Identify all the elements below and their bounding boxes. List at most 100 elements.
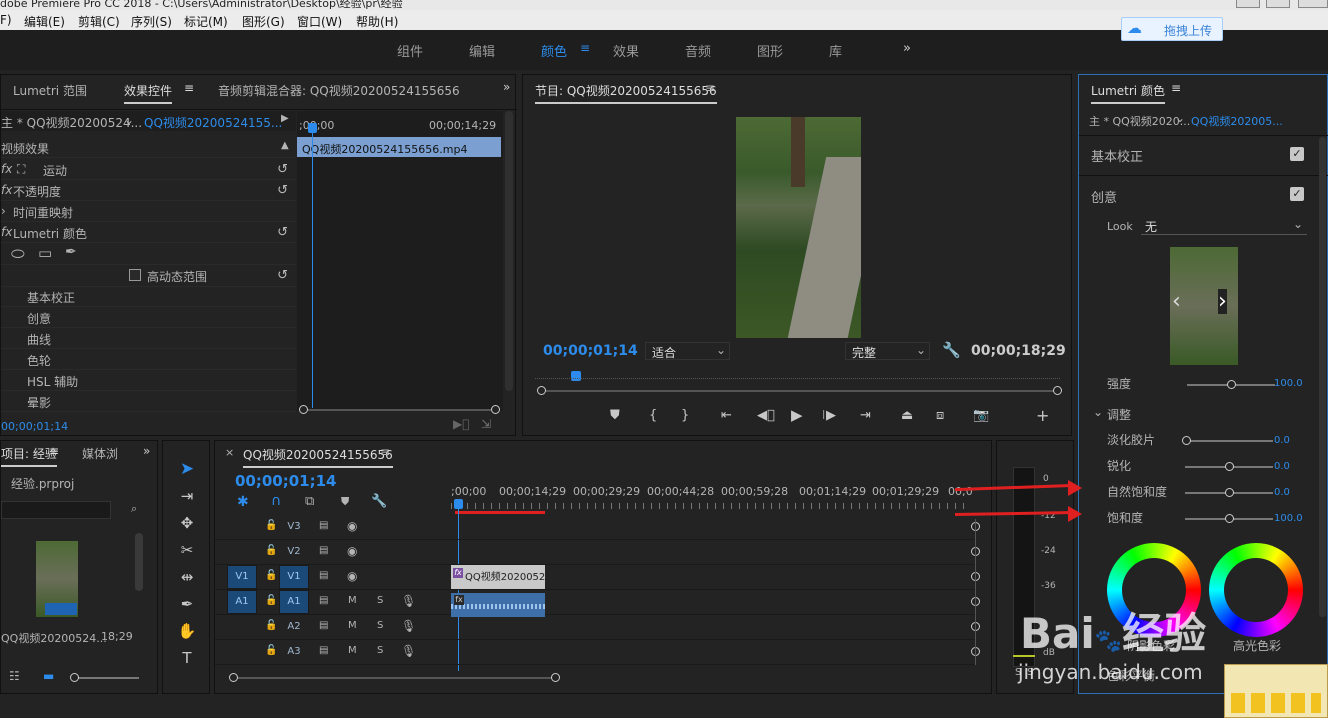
ellipse-mask-icon[interactable]: ⬭ — [11, 244, 25, 264]
workspace-effects[interactable]: 效果 — [613, 41, 639, 60]
mini-playhead-handle[interactable] — [308, 123, 317, 133]
lumetri-title[interactable]: Lumetri 颜色 — [1091, 82, 1165, 104]
work-area-bar[interactable] — [455, 511, 545, 514]
lumetri-wheels[interactable]: 色轮 — [1, 349, 296, 370]
add-button-icon[interactable]: + — [1036, 406, 1049, 425]
quality-select[interactable]: 完整 ⌄ — [845, 342, 930, 360]
workspace-assembly[interactable]: 组件 — [397, 41, 423, 60]
effect-opacity[interactable]: fx 不透明度 ↺ — [1, 180, 296, 201]
mark-out-icon[interactable]: } — [681, 408, 689, 423]
workspace-graphics[interactable]: 图形 — [757, 41, 783, 60]
track-row[interactable]: 🔓 A2 ▤ M S 🎙 — [215, 615, 980, 640]
upload-button[interactable]: ☁ 拖拽上传 — [1121, 17, 1223, 41]
tab-effect-controls[interactable]: 效果控件 — [124, 82, 173, 104]
microphone-icon[interactable]: 🎙 — [401, 619, 416, 633]
add-marker-icon[interactable]: ⛊ — [341, 495, 349, 509]
play-only-icon[interactable]: ▶ — [281, 113, 289, 124]
camera-icon[interactable]: 📷 — [973, 408, 989, 423]
adjust-value[interactable]: 0.0 — [1274, 487, 1290, 498]
track-target[interactable]: V2 — [279, 540, 309, 564]
nest-icon[interactable]: ✱ — [237, 494, 249, 510]
effect-motion[interactable]: fx ⛶ 运动 ↺ — [1, 159, 296, 180]
eye-icon[interactable]: ◉ — [347, 519, 357, 533]
workspace-libraries[interactable]: 库 — [829, 41, 842, 60]
collapse-icon[interactable]: ▲ — [281, 140, 289, 151]
hand-tool-icon[interactable]: ✋ — [177, 622, 197, 640]
thumb-size-handle[interactable] — [70, 673, 79, 682]
pen-tool-icon[interactable]: ✒ — [177, 595, 197, 613]
reset-icon[interactable]: ↺ — [277, 183, 288, 198]
lock-icon[interactable]: 🔓 — [265, 545, 277, 556]
solo-button[interactable]: S — [377, 620, 383, 631]
mini-playhead[interactable] — [312, 123, 313, 408]
track-row[interactable]: A1 🔓 A1 ▤ M S 🎙 — [215, 590, 980, 615]
lock-icon[interactable]: 🔓 — [265, 620, 277, 631]
eye-icon[interactable]: ◉ — [347, 544, 357, 558]
project-menu-icon[interactable]: ≡ — [49, 444, 59, 458]
next-look-icon[interactable]: › — [1218, 289, 1227, 314]
track-target[interactable]: A2 — [279, 615, 309, 639]
basic-correction-checkbox[interactable]: ✓ — [1290, 147, 1304, 161]
list-view-icon[interactable]: ☷ — [9, 669, 20, 683]
play-icon[interactable]: ▶ — [791, 406, 803, 424]
menu-graphics[interactable]: 图形(G) — [242, 13, 285, 30]
menu-file[interactable]: F) — [0, 13, 12, 27]
adjust-slider[interactable] — [1185, 462, 1273, 471]
sync-lock-icon[interactable]: ▤ — [319, 570, 328, 581]
mark-in-icon[interactable]: { — [649, 408, 657, 423]
tab-audio-clip-mixer[interactable]: 音频剪辑混合器: QQ视频20200524155656 — [218, 82, 460, 99]
zoom-handle-left[interactable] — [299, 405, 308, 414]
mini-clip-bar[interactable]: QQ视频20200524155656.mp4 — [297, 137, 501, 157]
track-target[interactable]: V1 — [279, 565, 309, 589]
lumetri-scrollbar[interactable] — [1319, 137, 1326, 617]
sync-lock-icon[interactable]: ▤ — [319, 545, 328, 556]
icon-view-icon[interactable]: ▬ — [43, 669, 54, 683]
pen-mask-icon[interactable]: ✒ — [65, 244, 77, 260]
lumetri-clip[interactable]: QQ视频202005... — [1191, 113, 1283, 129]
audio-clip[interactable]: fx — [451, 593, 545, 617]
thumb-size-slider[interactable] — [70, 673, 139, 682]
hdr-checkbox[interactable] — [129, 269, 141, 281]
wrench-icon[interactable]: 🔧 — [942, 341, 961, 359]
timeline-settings-icon[interactable]: 🔧 — [371, 494, 387, 509]
lumetri-curves[interactable]: 曲线 — [1, 328, 296, 349]
effect-lumetri[interactable]: fx Lumetri 颜色 ↺ — [1, 222, 296, 243]
track-target[interactable]: V3 — [279, 515, 309, 539]
lock-icon[interactable]: 🔓 — [265, 520, 277, 531]
more-tabs-icon[interactable]: » — [143, 444, 150, 458]
lock-icon[interactable]: 🔓 — [265, 645, 277, 656]
timeline-timecode[interactable]: 00;00;01;14 — [235, 472, 337, 490]
clip-name[interactable]: QQ视频20200524... — [1, 630, 107, 646]
workspace-audio[interactable]: 音频 — [685, 41, 711, 60]
timeline-menu-icon[interactable]: ≡ — [380, 445, 390, 459]
track-target[interactable]: A1 — [279, 590, 309, 614]
minimize-button[interactable] — [1236, 0, 1260, 8]
solo-button[interactable]: S — [377, 595, 383, 606]
timeline-zoom-bar[interactable] — [229, 673, 560, 682]
close-button[interactable] — [1298, 0, 1328, 8]
timeline-zoom-left[interactable] — [229, 673, 238, 682]
microphone-icon[interactable]: 🎙 — [401, 594, 416, 608]
vertical-zoom-bar[interactable] — [975, 519, 976, 665]
adjust-value[interactable]: 0.0 — [1274, 435, 1290, 446]
menu-sequence[interactable]: 序列(S) — [131, 13, 172, 30]
intensity-handle[interactable] — [1227, 380, 1236, 389]
sequence-tab[interactable]: QQ视频20200524155656 — [243, 446, 393, 468]
reset-icon[interactable]: ↺ — [277, 162, 288, 177]
intensity-value[interactable]: 100.0 — [1274, 378, 1303, 389]
time-ruler[interactable] — [535, 378, 1060, 382]
sync-lock-icon[interactable]: ▤ — [319, 520, 328, 531]
filter-icon[interactable]: ▶⃒ — [453, 417, 469, 431]
chevron-down-icon[interactable]: ⌄ — [1093, 405, 1103, 419]
menu-edit[interactable]: 编辑(E) — [24, 13, 65, 30]
mute-button[interactable]: M — [348, 645, 357, 656]
chevron-down-icon[interactable]: ⌄ — [1175, 111, 1185, 125]
more-workspaces-icon[interactable]: » — [903, 41, 911, 56]
close-sequence-icon[interactable]: × — [225, 446, 234, 459]
track-row[interactable]: 🔓 V3 ▤ ◉ — [215, 515, 980, 540]
adjust-handle[interactable] — [1225, 514, 1234, 523]
type-tool-icon[interactable]: T — [177, 649, 197, 667]
adjust-slider[interactable] — [1182, 436, 1273, 445]
creative-checkbox[interactable]: ✓ — [1290, 187, 1304, 201]
highlight-wheel[interactable] — [1209, 543, 1303, 637]
